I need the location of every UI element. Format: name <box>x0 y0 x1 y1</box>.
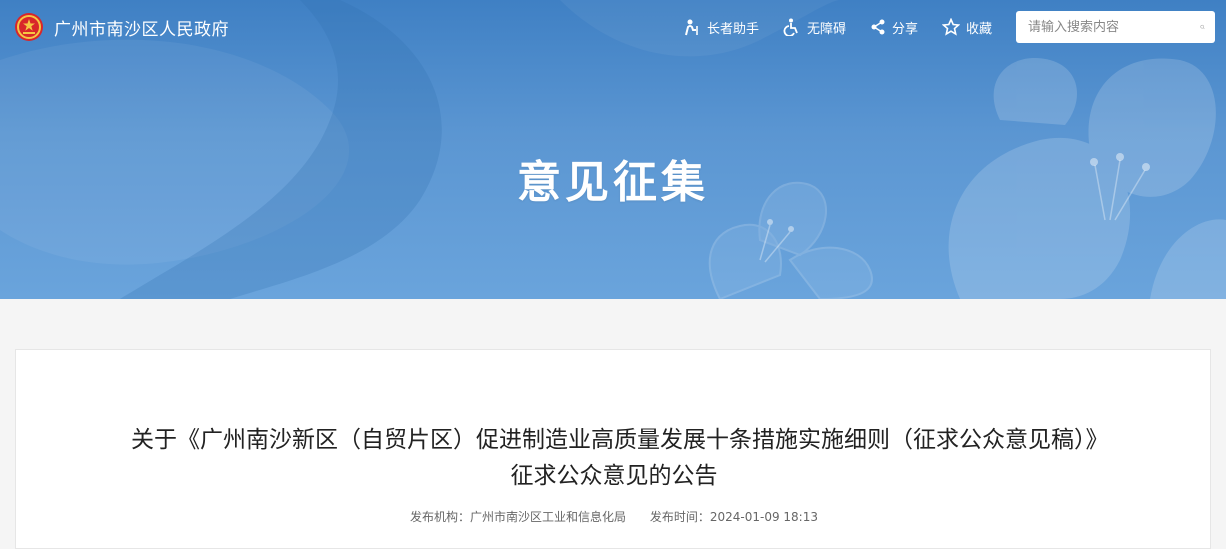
site-brand[interactable]: 广州市南沙区人民政府 <box>14 12 229 42</box>
publisher-info: 发布机构：广州市南沙区工业和信息化局 <box>410 510 626 524</box>
elder-assistant-button[interactable]: 长者助手 <box>683 18 759 37</box>
search-box <box>1016 11 1215 43</box>
elder-assistant-label: 长者助手 <box>706 21 759 37</box>
banner: 广州市南沙区人民政府 长者助手 无障碍 分享 收藏 请输入搜索内容 意见征集 <box>0 0 1226 299</box>
accessibility-button[interactable]: 无障碍 <box>783 18 846 37</box>
article-title: 关于《广州南沙新区（自贸片区）促进制造业高质量发展十条措施实施细则（征求公众意见… <box>131 427 1097 489</box>
share-icon <box>871 19 885 35</box>
accessibility-label: 无障碍 <box>806 21 846 37</box>
elder-icon <box>684 19 698 36</box>
publish-time-label: 发布时间： <box>649 510 710 524</box>
favorite-button[interactable]: 收藏 <box>941 18 992 37</box>
article-meta: 发布机构：广州市南沙区工业和信息化局 发布时间：2024-01-09 18:13 <box>16 508 1212 525</box>
national-emblem-icon <box>15 13 43 41</box>
article-card: 关于《广州南沙新区（自贸片区）促进制造业高质量发展十条措施实施细则（征求公众意见… <box>15 349 1211 549</box>
page-title: 意见征集 <box>517 157 709 208</box>
star-icon <box>941 18 960 36</box>
favorite-label: 收藏 <box>965 21 992 37</box>
publisher-value: 广州市南沙区工业和信息化局 <box>470 510 627 524</box>
search-input[interactable] <box>1026 18 1200 36</box>
publish-time-info: 发布时间：2024-01-09 18:13 <box>650 510 818 524</box>
share-button[interactable]: 分享 <box>870 18 918 37</box>
search-icon[interactable] <box>1200 19 1205 35</box>
publisher-label: 发布机构： <box>409 510 470 524</box>
header-tools: 长者助手 无障碍 分享 收藏 请输入搜索内容 <box>659 11 1226 43</box>
publish-time-value: 2024-01-09 18:13 <box>709 510 818 524</box>
accessibility-icon <box>783 18 798 36</box>
top-navigation-bar: 广州市南沙区人民政府 长者助手 无障碍 分享 收藏 请输入搜索内容 <box>0 0 1226 54</box>
share-label: 分享 <box>891 21 918 37</box>
site-name: 广州市南沙区人民政府 <box>54 19 229 40</box>
